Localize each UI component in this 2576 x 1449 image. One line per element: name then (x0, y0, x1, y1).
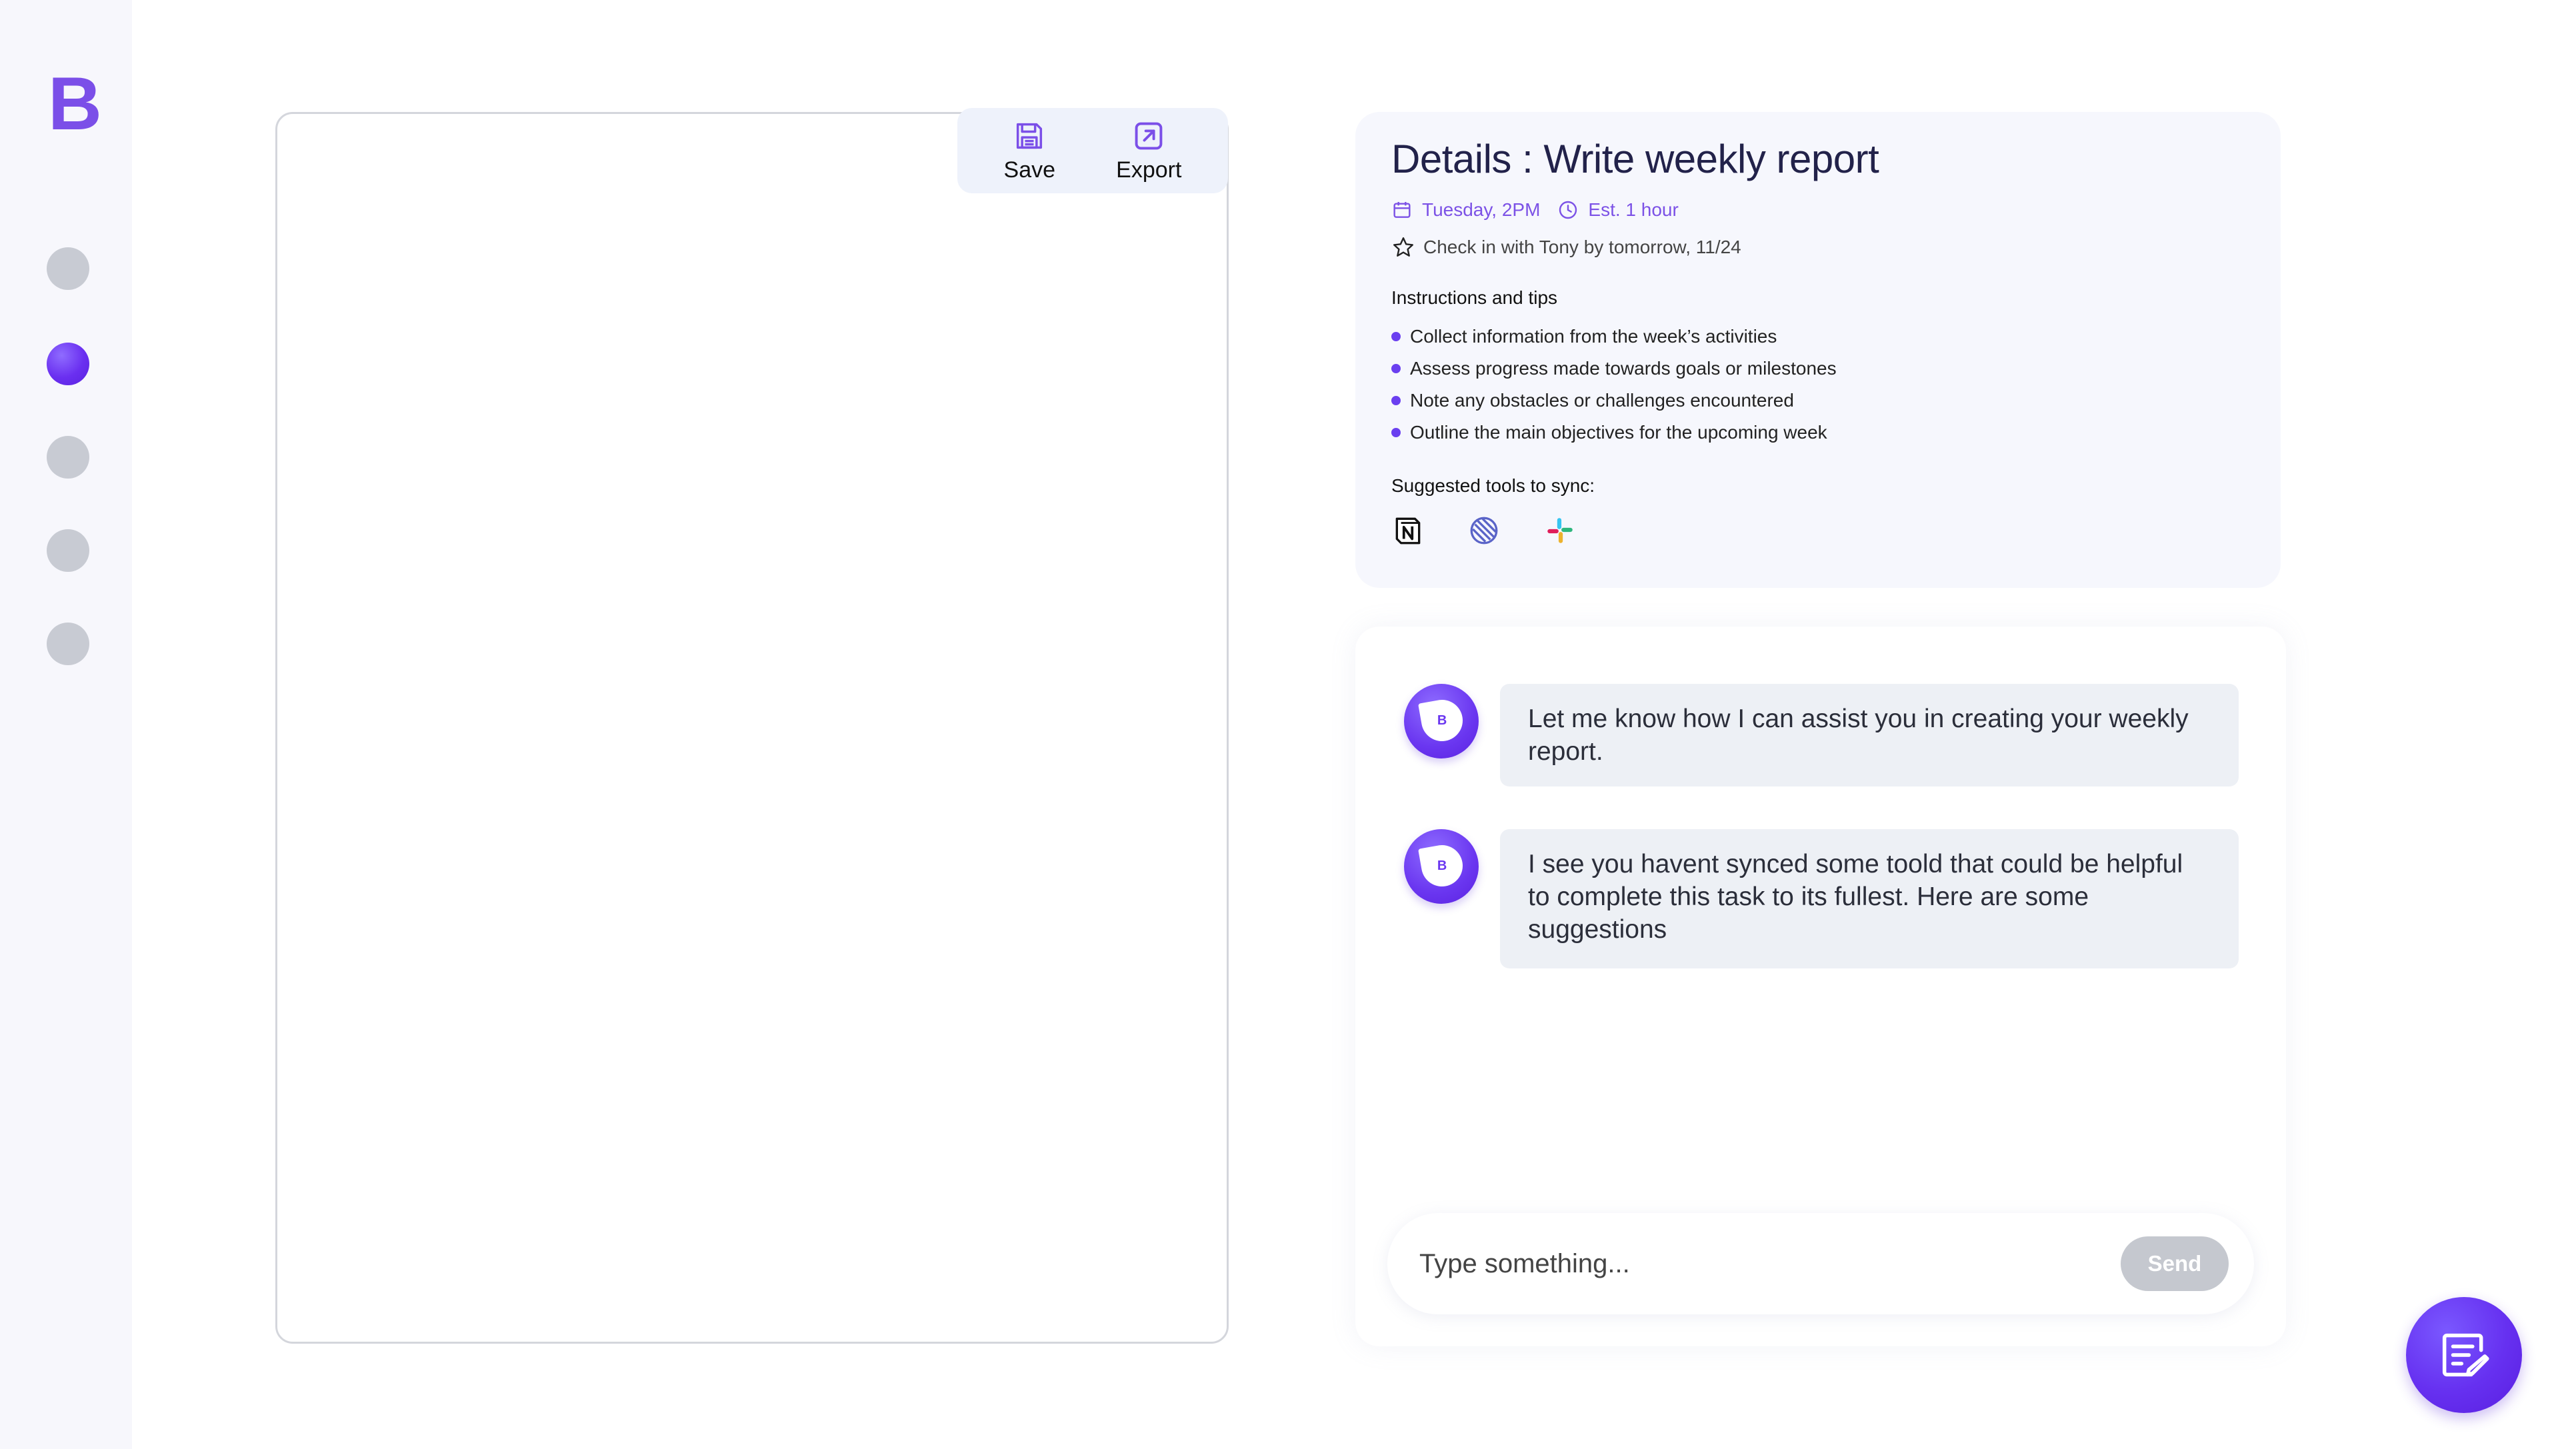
assistant-chat: B Let me know how I can assist you in cr… (1355, 627, 2286, 1346)
list-item: Outline the main objectives for the upco… (1391, 417, 2245, 449)
assistant-logo-icon: B (1418, 842, 1466, 890)
save-icon (1017, 123, 1043, 149)
chat-message: B Let me know how I can assist you in cr… (1404, 684, 2239, 786)
bullet-icon (1391, 396, 1401, 405)
assistant-logo-icon: B (1418, 697, 1466, 744)
linear-icon[interactable] (1467, 514, 1501, 547)
tip-text: Outline the main objectives for the upco… (1410, 422, 1827, 443)
avatar-letter: B (1437, 858, 1447, 873)
task-date: Tuesday, 2PM (1391, 199, 1540, 221)
sidebar-item-3[interactable] (47, 436, 89, 479)
sidebar-item-1[interactable] (47, 247, 89, 290)
note-edit-icon (2442, 1333, 2489, 1377)
chat-input[interactable] (1418, 1248, 2121, 1280)
task-details-card: Details : Write weekly report Tuesday, 2… (1355, 112, 2281, 588)
app-logo: B (48, 62, 102, 145)
save-button[interactable]: Save (1003, 119, 1056, 183)
message-bubble: Let me know how I can assist you in crea… (1500, 684, 2239, 786)
sidebar-item-5[interactable] (47, 623, 89, 665)
message-bubble: I see you havent synced some toold that … (1500, 829, 2239, 968)
list-item: Collect information from the week’s acti… (1391, 321, 2245, 353)
suggested-tools (1391, 514, 2245, 547)
export-button-label: Export (1116, 157, 1182, 183)
export-button[interactable]: Export (1116, 119, 1181, 183)
task-date-text: Tuesday, 2PM (1422, 199, 1541, 220)
assistant-avatar: B (1404, 829, 1479, 904)
clock-icon (1559, 201, 1577, 219)
slack-icon[interactable] (1543, 514, 1577, 547)
checkin-note: Check in with Tony by tomorrow, 11/24 (1391, 235, 2245, 259)
notes-fab-button[interactable] (2406, 1297, 2522, 1413)
list-item: Assess progress made towards goals or mi… (1391, 353, 2245, 385)
details-title: Details : Write weekly report (1391, 137, 1879, 181)
bullet-icon (1391, 332, 1401, 341)
task-estimate-text: Est. 1 hour (1588, 199, 1679, 220)
sidebar-item-2-active[interactable] (47, 343, 89, 385)
tip-text: Note any obstacles or challenges encount… (1410, 390, 1794, 411)
star-icon (1393, 237, 1414, 257)
sidebar: B (0, 0, 132, 1449)
editor-toolbar: Save Export (957, 108, 1228, 193)
chat-input-bar: Send (1387, 1213, 2254, 1314)
send-button[interactable]: Send (2121, 1236, 2229, 1291)
bullet-icon (1391, 364, 1401, 373)
tip-text: Collect information from the week’s acti… (1410, 326, 1777, 347)
tips-list: Collect information from the week’s acti… (1391, 321, 2245, 449)
checkin-text: Check in with Tony by tomorrow, 11/24 (1423, 237, 1741, 257)
task-estimate: Est. 1 hour (1557, 199, 1679, 221)
bullet-icon (1391, 428, 1401, 437)
assistant-avatar: B (1404, 684, 1479, 758)
document-editor[interactable] (275, 112, 1229, 1344)
avatar-letter: B (1437, 713, 1447, 728)
task-meta: Tuesday, 2PM Est. 1 hour (1391, 199, 2245, 221)
tip-text: Assess progress made towards goals or mi… (1410, 358, 1837, 379)
chat-message: B I see you havent synced some toold tha… (1404, 829, 2239, 968)
tools-title: Suggested tools to sync: (1391, 475, 1595, 496)
notion-icon[interactable] (1391, 514, 1425, 547)
save-button-label: Save (1003, 157, 1056, 183)
sidebar-item-4[interactable] (47, 529, 89, 572)
export-icon (1135, 122, 1163, 149)
list-item: Note any obstacles or challenges encount… (1391, 385, 2245, 417)
instructions-title: Instructions and tips (1391, 287, 1558, 308)
calendar-icon (1393, 202, 1411, 218)
